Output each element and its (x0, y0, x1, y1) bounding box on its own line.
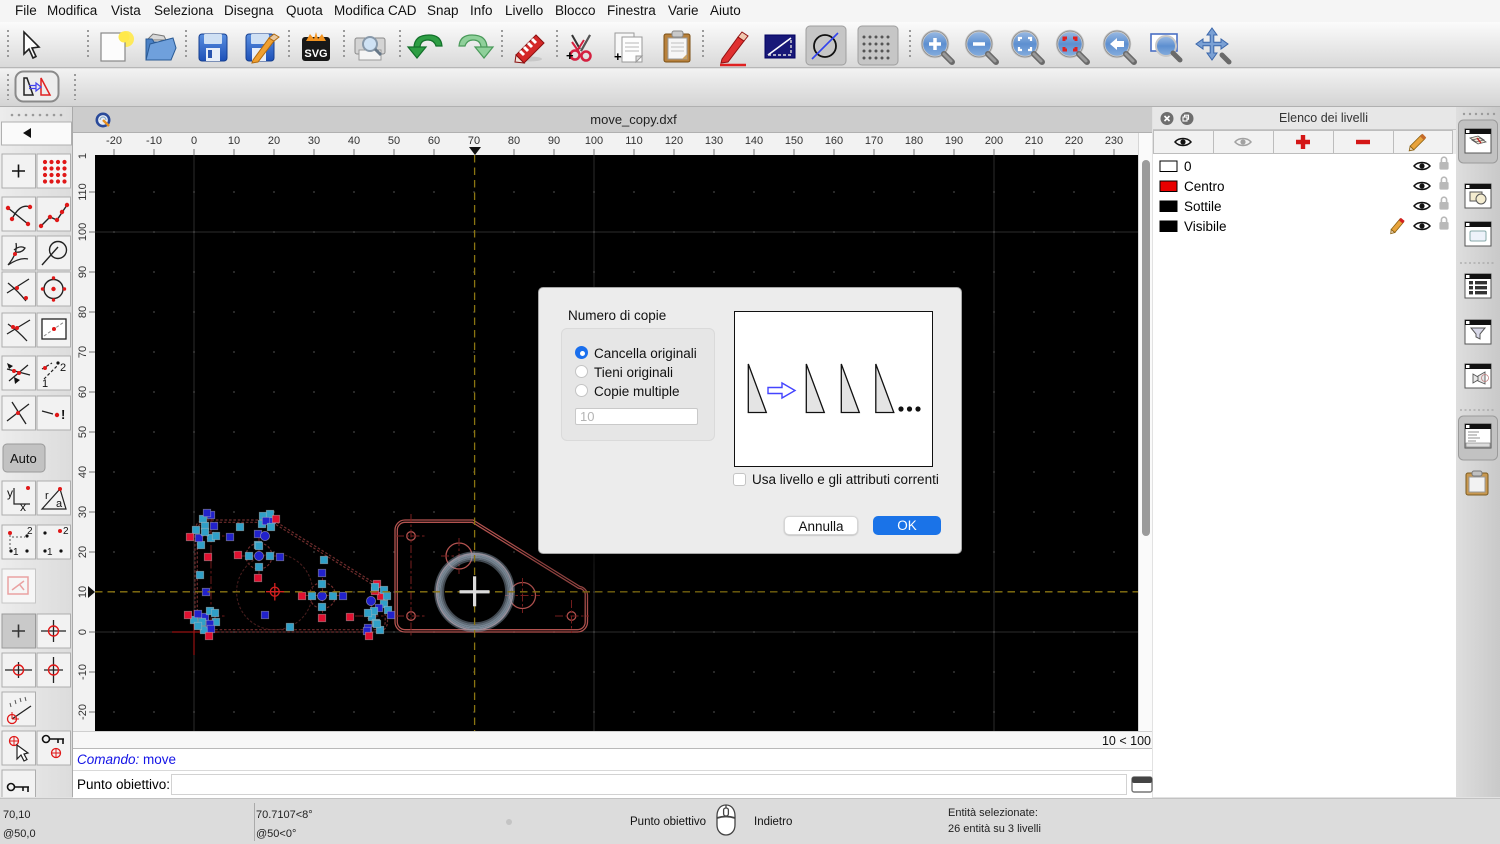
svg-text:70: 70 (468, 135, 480, 147)
svg-text:2: 2 (60, 362, 66, 374)
svg-text:100: 100 (77, 223, 89, 241)
svg-text:60: 60 (77, 386, 89, 398)
svg-text:20: 20 (268, 135, 280, 147)
svg-text:-10: -10 (146, 135, 162, 147)
svg-text:1: 1 (47, 547, 53, 558)
svg-text:!: ! (61, 407, 65, 422)
svg-text:90: 90 (548, 135, 560, 147)
svg-text:210: 210 (1025, 135, 1043, 147)
svg-text:120: 120 (665, 135, 683, 147)
svg-text:40: 40 (348, 135, 360, 147)
svg-text:50: 50 (77, 426, 89, 438)
svg-text:30: 30 (308, 135, 320, 147)
svg-text:1: 1 (13, 547, 19, 558)
svg-text:110: 110 (77, 183, 89, 201)
svg-text:-20: -20 (106, 135, 122, 147)
svg-text:2: 2 (63, 526, 69, 537)
svg-text:140: 140 (745, 135, 763, 147)
svg-text:110: 110 (625, 135, 643, 147)
svg-text:-20: -20 (77, 704, 89, 720)
svg-text:1: 1 (42, 378, 48, 390)
svg-text:60: 60 (428, 135, 440, 147)
svg-text:a: a (56, 498, 63, 510)
svg-text:20: 20 (77, 546, 89, 558)
svg-text:x: x (20, 500, 26, 514)
svg-text:200: 200 (985, 135, 1003, 147)
svg-text:50: 50 (388, 135, 400, 147)
svg-text:130: 130 (705, 135, 723, 147)
svg-text:Visibile: Visibile (1184, 219, 1227, 234)
svg-text:r: r (45, 490, 49, 502)
svg-text:170: 170 (865, 135, 883, 147)
svg-text:220: 220 (1065, 135, 1083, 147)
svg-text:y: y (7, 486, 13, 500)
svg-text:160: 160 (825, 135, 843, 147)
svg-text:70: 70 (77, 346, 89, 358)
svg-text:40: 40 (77, 466, 89, 478)
svg-text:190: 190 (945, 135, 963, 147)
svg-text:1: 1 (77, 153, 89, 159)
svg-text:150: 150 (785, 135, 803, 147)
svg-text:0: 0 (1184, 159, 1192, 174)
svg-text:0: 0 (191, 135, 197, 147)
svg-text:Centro: Centro (1184, 179, 1225, 194)
svg-text:80: 80 (77, 306, 89, 318)
svg-text:80: 80 (508, 135, 520, 147)
svg-text:10: 10 (228, 135, 240, 147)
svg-text:0: 0 (77, 629, 89, 635)
svg-text:30: 30 (77, 506, 89, 518)
svg-text:180: 180 (905, 135, 923, 147)
svg-text:Sottile: Sottile (1184, 199, 1222, 214)
svg-text:10: 10 (77, 586, 89, 598)
svg-text:90: 90 (77, 266, 89, 278)
svg-text:-10: -10 (77, 664, 89, 680)
svg-text:2: 2 (27, 526, 33, 537)
svg-text:100: 100 (585, 135, 603, 147)
svg-text:Auto: Auto (10, 451, 37, 466)
svg-text:230: 230 (1105, 135, 1123, 147)
